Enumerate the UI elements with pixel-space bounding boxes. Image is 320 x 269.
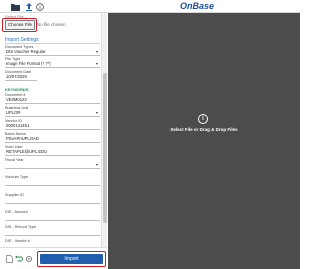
file-picker: Choose File No file chosen (2, 18, 100, 32)
document-date-field: Document Date 10/07/2020 (5, 70, 100, 81)
undo-icon[interactable] (15, 255, 23, 263)
keywords-title: KEYWORDS (5, 87, 29, 92)
import-form: Select File Choose File No file chosen I… (0, 13, 101, 247)
voucher-type-field: Voucher Type (5, 175, 100, 186)
import-panel: Select File Choose File No file chosen I… (0, 13, 107, 269)
document-number-field: Document # VE0M0123 (5, 93, 100, 104)
drop-zone-text: Select File or Drag & Drop Files (170, 127, 238, 132)
document-number-input[interactable]: VE0M0123 (5, 97, 100, 104)
vendor-id-input[interactable]: 0000131451 (5, 123, 100, 130)
dis-amount-field: DIS - Amount (5, 210, 100, 221)
document-types-value: DIS Voucher Regular (6, 49, 46, 54)
info-icon[interactable] (35, 2, 44, 11)
brand-logo: OnBase (180, 1, 215, 11)
dis-vendor-field: DIS - Vendor # (5, 239, 100, 247)
chevron-down-icon: ▾ (95, 61, 98, 66)
settings-icon[interactable] (25, 255, 33, 263)
folder-icon[interactable] (11, 2, 20, 11)
chevron-down-icon: ▾ (95, 49, 98, 54)
document-date-input[interactable]: 10/07/2020 (5, 74, 37, 81)
scan-user-field: Scan User RETAPLE@UPL.EDU (5, 145, 100, 156)
business-unit-select[interactable]: UPLOR ▾ (5, 110, 100, 117)
supplier-id-input[interactable] (5, 197, 100, 204)
batch-name-field: Batch Name PSvAPnUPLOAD (5, 132, 100, 143)
top-toolbar: OnBase (0, 0, 300, 13)
chevron-down-icon: ▾ (95, 162, 98, 167)
no-file-text: No file chosen (37, 22, 66, 27)
dis-record-type-field: DIS - Record Type (5, 225, 100, 236)
vendor-id-field: Vendor ID 0000131451 (5, 119, 100, 130)
business-unit-field: Business Unit UPLOR ▾ (5, 106, 100, 117)
business-unit-value: UPLOR (6, 110, 21, 115)
choose-file-button[interactable]: Choose File (5, 20, 35, 30)
drop-zone[interactable]: i Select File or Drag & Drop Files (108, 13, 300, 269)
document-types-select[interactable]: DIS Voucher Regular ▾ (5, 49, 100, 56)
document-icon[interactable] (5, 255, 13, 263)
file-type-select[interactable]: Image File Format (*.?*) ▾ (5, 61, 100, 68)
upload-icon[interactable] (24, 2, 33, 11)
dis-amount-input[interactable] (5, 214, 100, 221)
dis-record-type-input[interactable] (5, 229, 100, 236)
divider (5, 43, 100, 44)
document-types-field: Document Types DIS Voucher Regular ▾ (5, 45, 100, 56)
action-bar: Import (0, 247, 107, 269)
voucher-type-input[interactable] (5, 179, 100, 186)
import-button[interactable]: Import (40, 254, 103, 264)
form-scrollbar[interactable] (101, 13, 107, 247)
supplier-id-field: Supplier ID (5, 193, 100, 204)
chevron-down-icon: ▾ (95, 110, 98, 115)
info-icon: i (198, 114, 208, 124)
scan-user-input[interactable]: RETAPLE@UPL.EDU (5, 149, 100, 156)
file-type-field: File Type Image File Format (*.?*) ▾ (5, 57, 100, 68)
batch-name-input[interactable]: PSvAPnUPLOAD (5, 136, 100, 143)
file-type-value: Image File Format (*.?*) (6, 61, 51, 66)
fiscal-year-select[interactable]: ▾ (5, 162, 100, 169)
fiscal-year-field: Fiscal Year ▾ (5, 158, 100, 169)
scrollbar-thumb[interactable] (103, 73, 107, 223)
